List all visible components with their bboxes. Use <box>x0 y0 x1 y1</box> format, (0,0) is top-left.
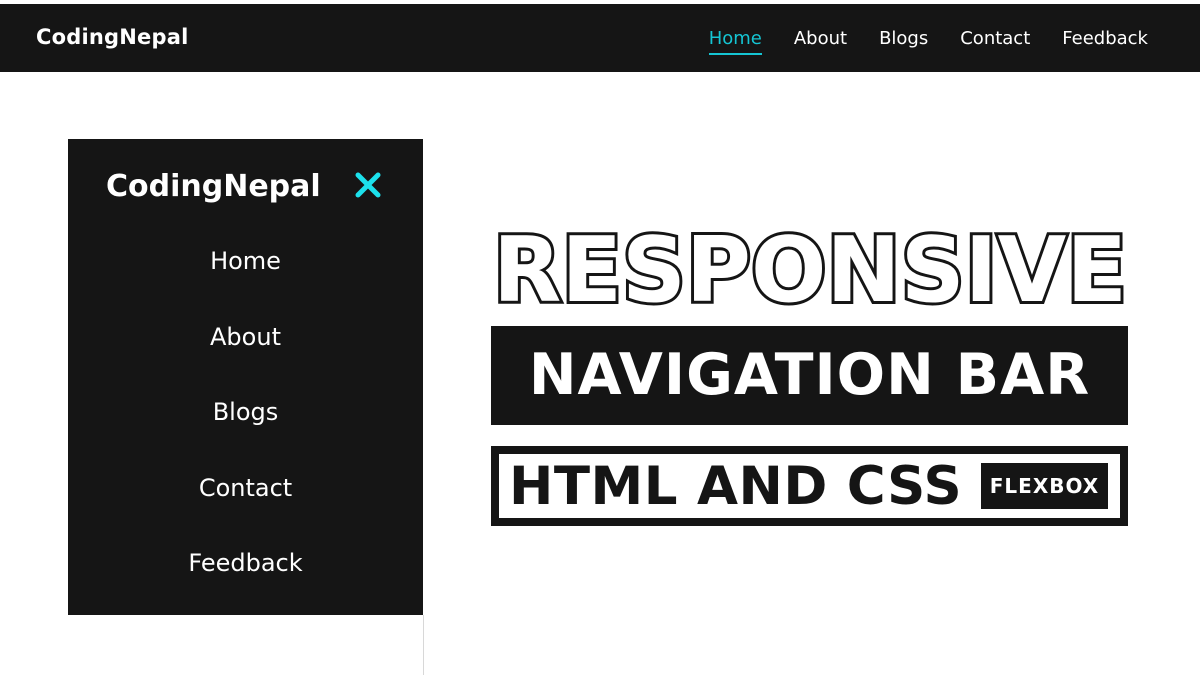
page: CodingNepal Home About Blogs Contact Fee… <box>0 0 1200 675</box>
flexbox-badge: FLEXBOX <box>981 463 1108 509</box>
outline-title-svg: RESPONSIVE <box>490 215 1130 326</box>
nav-link-home[interactable]: Home <box>708 22 763 55</box>
hero-title-navigation-bar: NAVIGATION BAR <box>491 326 1128 425</box>
side-link-contact[interactable]: Contact <box>68 474 423 550</box>
nav-link-blogs[interactable]: Blogs <box>879 22 928 55</box>
outline-title-text: RESPONSIVE <box>493 219 1127 311</box>
close-icon[interactable] <box>354 171 382 199</box>
side-link-blogs[interactable]: Blogs <box>68 398 423 474</box>
side-menu-brand[interactable]: CodingNepal <box>106 169 321 204</box>
navbar-brand[interactable]: CodingNepal <box>36 25 188 49</box>
side-link-about[interactable]: About <box>68 323 423 399</box>
side-menu-links: Home About Blogs Contact Feedback <box>68 247 423 625</box>
side-menu-header: CodingNepal <box>68 167 423 207</box>
nav-link-about[interactable]: About <box>794 22 847 55</box>
hero-title-responsive: RESPONSIVE <box>490 215 1130 326</box>
side-link-home[interactable]: Home <box>68 247 423 323</box>
close-icon-glyph <box>355 172 381 198</box>
mobile-side-menu: CodingNepal Home About Blogs Contact Fee… <box>68 139 423 615</box>
navbar-links: Home About Blogs Contact Feedback <box>708 4 1148 72</box>
divider <box>423 615 424 675</box>
hero-title-html-css: HTML AND CSS FLEXBOX <box>491 446 1128 526</box>
html-css-text: HTML AND CSS <box>509 456 963 517</box>
nav-link-feedback[interactable]: Feedback <box>1062 22 1148 55</box>
nav-link-contact[interactable]: Contact <box>960 22 1030 55</box>
side-link-feedback[interactable]: Feedback <box>68 549 423 625</box>
html-css-inner-box: HTML AND CSS FLEXBOX <box>499 454 1120 518</box>
top-navbar: CodingNepal Home About Blogs Contact Fee… <box>0 4 1200 72</box>
